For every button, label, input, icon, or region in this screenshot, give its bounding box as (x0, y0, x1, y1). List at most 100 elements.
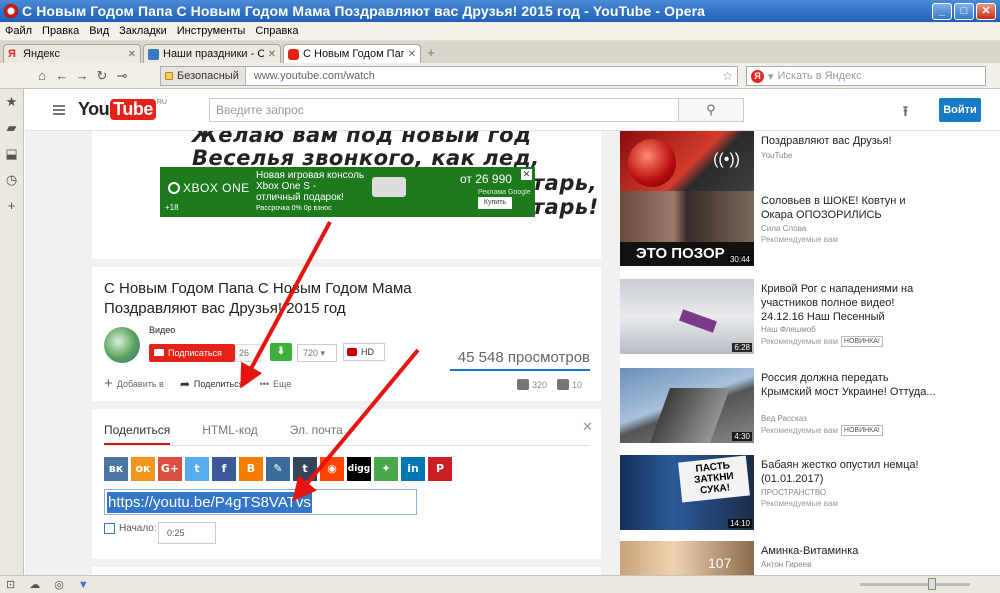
yandex-search-input[interactable]: Я ▾ Искать в Яндекс (746, 66, 986, 86)
new-tab-button[interactable]: + (423, 45, 439, 61)
close-share-icon[interactable]: ✕ (582, 419, 593, 435)
channel-avatar[interactable] (104, 327, 140, 363)
tab-email[interactable]: Эл. почта (290, 423, 343, 445)
rec-title[interactable]: Поздравляют вас Друзья! (761, 134, 936, 148)
dislike-button[interactable]: 10 (557, 379, 582, 390)
twitter-icon[interactable]: t (185, 457, 209, 481)
bookmark-star-icon[interactable]: ☆ (722, 69, 733, 83)
upload-icon[interactable]: ⭱ (903, 101, 908, 125)
share-link-text[interactable]: https://youtu.be/P4gTS8VATvs (107, 492, 312, 513)
rec-channel[interactable]: Вед Рассказ (761, 414, 807, 423)
vk-icon[interactable]: вк (104, 457, 128, 481)
linkedin-icon[interactable]: in (401, 457, 425, 481)
key-icon[interactable]: ⊸ (112, 68, 132, 84)
video-thumbnail[interactable]: 6:28 (620, 279, 754, 354)
security-badge[interactable]: Безопасный (161, 67, 246, 85)
video-thumbnail[interactable]: ПАСТЬ ЗАТКНИ СУКА! 14:10 (620, 455, 754, 530)
ad-close-button[interactable]: ✕ (521, 169, 532, 180)
zoom-slider[interactable] (860, 583, 970, 586)
start-time-checkbox[interactable] (104, 523, 115, 534)
rec-channel[interactable]: Сила Слова (761, 224, 806, 233)
like-button[interactable]: 320 (517, 379, 547, 390)
video-thumbnail[interactable]: 4:30 (620, 368, 754, 443)
video-thumbnail[interactable]: 107 (620, 541, 754, 575)
cloud-icon[interactable]: ☁ (29, 578, 40, 591)
rec-channel[interactable]: ПРОСТРАНСТВО (761, 488, 826, 497)
speed-dial-icon[interactable]: ◎ (54, 578, 64, 591)
bookmarks-star-icon[interactable]: ★ (6, 95, 18, 109)
maximize-button[interactable]: □ (954, 3, 974, 20)
signin-button[interactable]: Войти (939, 98, 981, 122)
facebook-icon[interactable]: f (212, 457, 236, 481)
subscribe-button[interactable]: Подписаться (149, 344, 235, 362)
menu-file[interactable]: Файл (5, 25, 32, 37)
menu-bookmarks[interactable]: Закладки (119, 25, 167, 37)
url-field[interactable]: Безопасный www.youtube.com/watch ☆ (160, 66, 738, 86)
tab-yandex[interactable]: Я Яндекс ✕ (3, 44, 141, 63)
youtube-logo[interactable]: You Tube RU (78, 99, 167, 120)
rec-title[interactable]: Россия должна передать Крымский мост Укр… (761, 371, 936, 399)
reddit-icon[interactable]: ◉ (320, 457, 344, 481)
rec-channel[interactable]: Наш Флешмоб (761, 325, 816, 334)
close-window-button[interactable]: ✕ (976, 3, 996, 20)
rec-title[interactable]: Бабаян жестко опустил немца! (01.01.2017… (761, 458, 936, 486)
odnoklassniki-icon[interactable]: ок (131, 457, 155, 481)
google-plus-icon[interactable]: G+ (158, 457, 182, 481)
menu-hamburger-icon[interactable] (53, 105, 65, 117)
download-arrow-icon[interactable]: ⬇ (270, 343, 292, 361)
tab-share[interactable]: Поделиться (104, 423, 171, 445)
stumbleupon-icon[interactable]: ✦ (374, 457, 398, 481)
blogger-icon[interactable]: B (239, 457, 263, 481)
list-item[interactable]: ЭТО ПОЗОР 30:44 Соловьев в ШОКЕ! Ковтун … (620, 191, 920, 271)
video-player[interactable]: Желаю вам под новый год Веселья звонкого… (92, 131, 601, 259)
more-button[interactable]: ••• Еще (260, 379, 292, 389)
menu-tools[interactable]: Инструменты (177, 25, 246, 37)
tab-youtube[interactable]: С Новым Годом Пап... ✕ (283, 44, 421, 63)
rec-title[interactable]: Аминка-Витаминка (761, 544, 936, 558)
rec-title[interactable]: Соловьев в ШОКЕ! Ковтун и Окара ОПОЗОРИЛ… (761, 194, 936, 222)
list-item[interactable]: ПАСТЬ ЗАТКНИ СУКА! 14:10 Бабаян жестко о… (620, 455, 920, 535)
reload-icon[interactable]: ↻ (92, 68, 112, 84)
tab-close-icon[interactable]: ✕ (268, 49, 276, 60)
pinterest-icon[interactable]: P (428, 457, 452, 481)
add-panel-icon[interactable]: + (8, 199, 16, 213)
forward-icon[interactable]: → (72, 68, 92, 83)
share-button[interactable]: ➦ Поделиться (180, 377, 244, 391)
digg-icon[interactable]: digg (347, 457, 371, 481)
home-icon[interactable]: ⌂ (32, 68, 52, 83)
minimize-button[interactable]: _ (932, 3, 952, 20)
share-link-input[interactable]: https://youtu.be/P4gTS8VATvs (104, 489, 417, 515)
livejournal-icon[interactable]: ✎ (266, 457, 290, 481)
list-item[interactable]: 107 Аминка-Витаминка Антон Гиреев (620, 541, 920, 575)
list-item[interactable]: 6:28 Кривой Рог с нападениями на участни… (620, 279, 920, 359)
channel-name[interactable]: Видео (149, 325, 175, 335)
video-ad-overlay[interactable]: XBOX ONE +18 Новая игровая консоль Xbox … (160, 167, 535, 217)
tab-close-icon[interactable]: ✕ (128, 49, 136, 60)
url-text[interactable]: www.youtube.com/watch (246, 70, 375, 82)
start-time-input[interactable]: 0:25 (158, 522, 216, 544)
ad-buy-button[interactable]: Купить (478, 197, 512, 209)
tab-holidays[interactable]: Наши праздники - С... ✕ (143, 44, 281, 63)
dropdown-arrow-icon[interactable]: ▾ (768, 70, 774, 83)
notes-icon[interactable]: ▰ (7, 121, 17, 135)
youtube-search-button[interactable]: ⚲ (678, 98, 744, 122)
zoom-slider-handle[interactable] (928, 578, 936, 590)
history-clock-icon[interactable]: ◷ (6, 173, 17, 187)
hd-button[interactable]: HD (343, 343, 385, 361)
back-icon[interactable]: ← (52, 68, 72, 83)
menu-edit[interactable]: Правка (42, 25, 79, 37)
quality-select[interactable]: 720 ▾ (297, 344, 337, 362)
youtube-search-input[interactable]: Введите запрос (209, 98, 679, 122)
rec-channel[interactable]: YouTube (761, 151, 792, 160)
video-thumbnail[interactable]: ЭТО ПОЗОР 30:44 (620, 191, 754, 266)
downloads-icon[interactable]: ⬓ (5, 147, 17, 161)
rec-title[interactable]: Кривой Рог с нападениями на участников п… (761, 282, 936, 324)
list-item[interactable]: 4:30 Россия должна передать Крымский мос… (620, 368, 936, 448)
tab-close-icon[interactable]: ✕ (408, 49, 416, 60)
add-to-button[interactable]: + Добавить в (104, 376, 164, 391)
menu-help[interactable]: Справка (255, 25, 298, 37)
menu-view[interactable]: Вид (89, 25, 109, 37)
rec-channel[interactable]: Антон Гиреев (761, 560, 811, 569)
tumblr-icon[interactable]: t (293, 457, 317, 481)
tab-embed[interactable]: HTML-код (202, 423, 257, 445)
